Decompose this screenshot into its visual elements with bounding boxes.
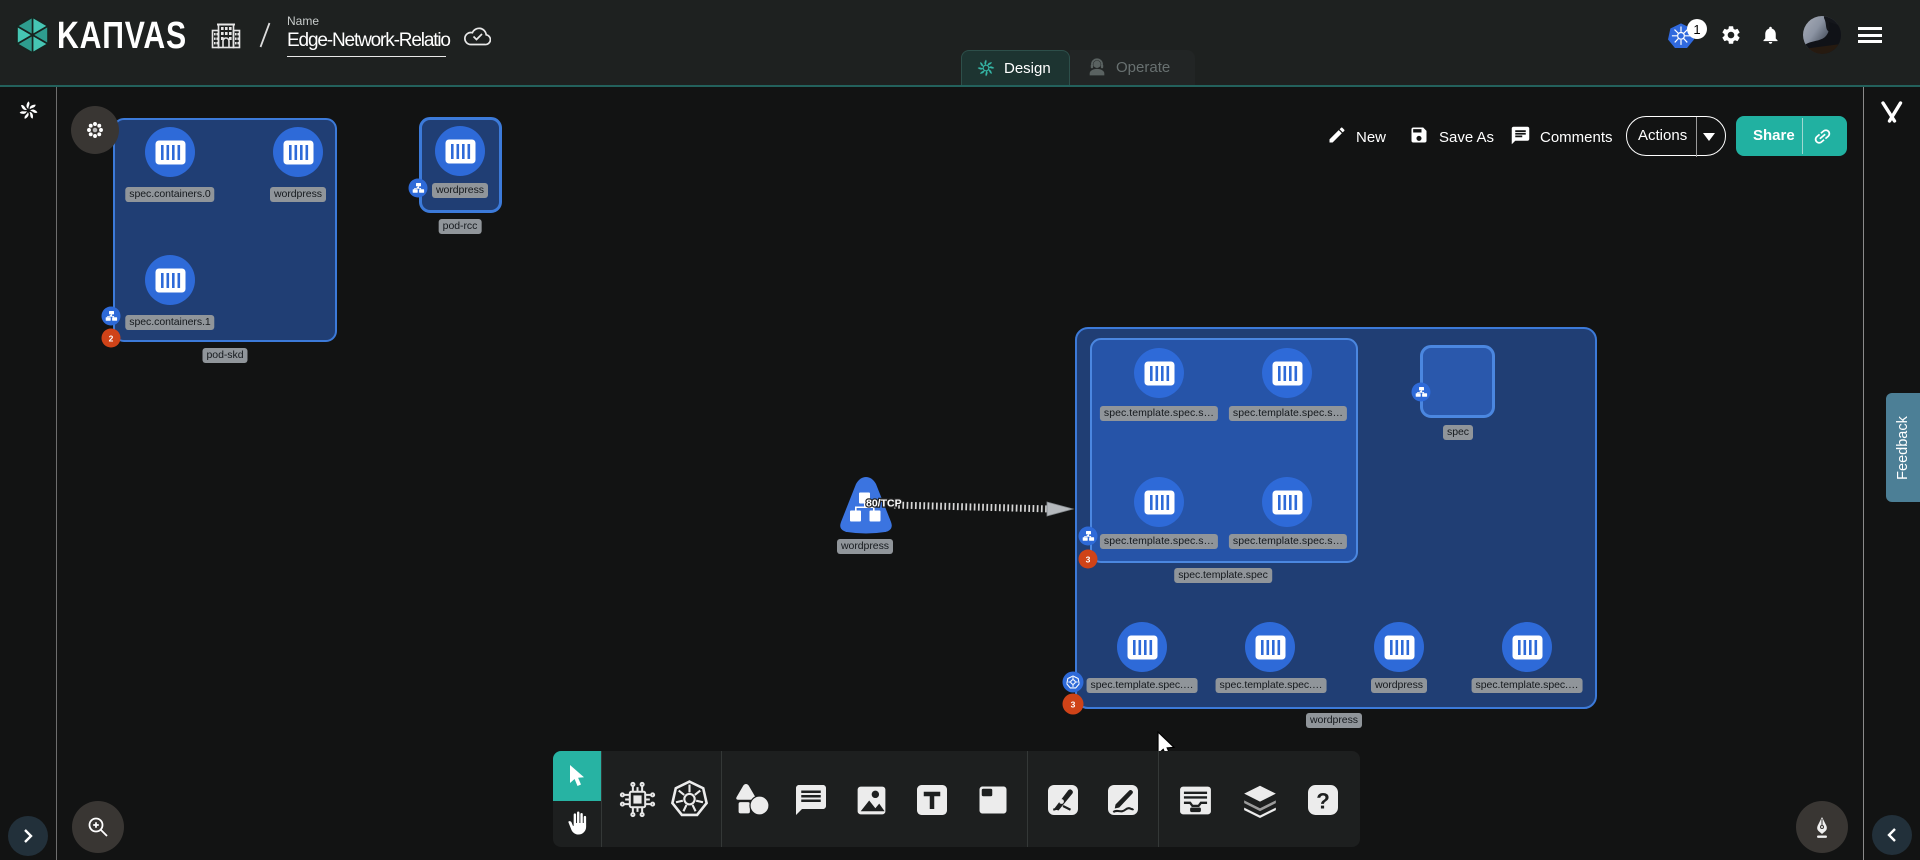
svg-text:?: ? bbox=[1316, 788, 1330, 813]
svg-text:80/TCP: 80/TCP bbox=[866, 498, 902, 510]
